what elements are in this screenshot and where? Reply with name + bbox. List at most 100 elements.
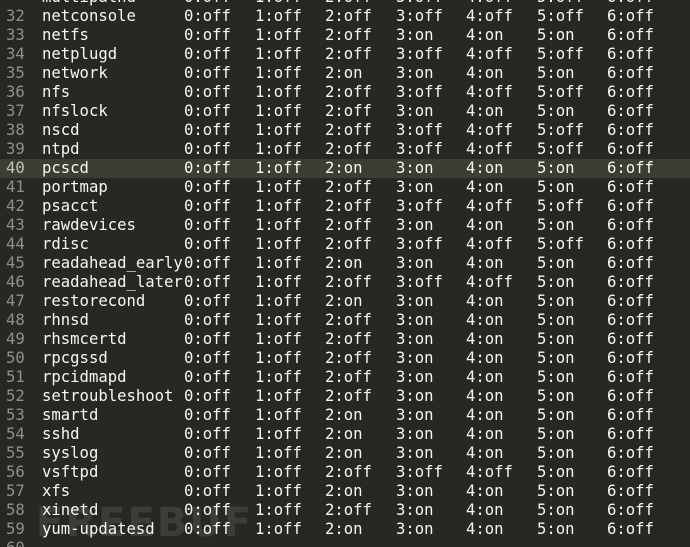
runlevel-5-status: 5:on: [537, 349, 575, 367]
runlevel-2-status: 2:off: [325, 178, 372, 196]
current-line[interactable]: 40 pcscd 0:off 1:off 2:on 3:on 4:on 5:on 6:off: [0, 159, 690, 178]
runlevel-2-status: 2:on: [325, 159, 363, 177]
runlevel-3-status: 3:off: [396, 83, 443, 101]
runlevel-0-status: 0:off: [184, 425, 231, 443]
line-number: 56: [6, 463, 25, 481]
runlevel-5-status: 5:on: [537, 254, 575, 272]
runlevel-6-status: 6:off: [607, 349, 654, 367]
runlevel-6-status: 6:off: [607, 368, 654, 386]
runlevel-4-status: 4:off: [466, 45, 513, 63]
runlevel-5-status: 5:on: [537, 273, 575, 291]
line-number: 34: [6, 45, 25, 63]
runlevel-1-status: 1:off: [255, 254, 302, 272]
runlevel-5-status: 5:on: [537, 406, 575, 424]
runlevel-1-status: 1:off: [255, 178, 302, 196]
runlevel-1-status: 1:off: [255, 292, 302, 310]
runlevel-2-status: 2:off: [325, 26, 372, 44]
runlevel-1-status: 1:off: [255, 197, 302, 215]
runlevel-2-status: 2:off: [325, 387, 372, 405]
service-name: readahead_later: [42, 273, 183, 291]
runlevel-4-status: 4:on: [466, 216, 504, 234]
runlevel-3-status: 3:off: [396, 121, 443, 139]
runlevel-2-status: 2:on: [325, 64, 363, 82]
runlevel-5-status: 5:off: [537, 83, 584, 101]
line-number: 59: [6, 520, 25, 538]
runlevel-0-status: 0:off: [184, 482, 231, 500]
line-number: 51: [6, 368, 25, 386]
runlevel-0-status: 0:off: [184, 406, 231, 424]
service-name: multipathd: [42, 0, 136, 7]
runlevel-6-status: 6:off: [607, 121, 654, 139]
service-name: rdisc: [42, 235, 89, 253]
line-number: 60: [6, 539, 30, 547]
runlevel-0-status: 0:off: [184, 178, 231, 196]
runlevel-6-status: 6:off: [607, 7, 654, 25]
runlevel-5-status: 5:on: [537, 26, 575, 44]
line-number: 58: [6, 501, 25, 519]
runlevel-6-status: 6:off: [607, 26, 654, 44]
runlevel-1-status: 1:off: [255, 121, 302, 139]
runlevel-2-status: 2:on: [325, 520, 363, 538]
runlevel-3-status: 3:on: [396, 330, 434, 348]
runlevel-4-status: 4:on: [466, 254, 504, 272]
runlevel-2-status: 2:off: [325, 349, 372, 367]
runlevel-2-status: 2:on: [325, 444, 363, 462]
runlevel-2-status: 2:off: [325, 83, 372, 101]
runlevel-2-status: 2:off: [325, 216, 372, 234]
runlevel-6-status: 6:off: [607, 64, 654, 82]
service-name: vsftpd: [42, 463, 99, 481]
runlevel-1-status: 1:off: [255, 235, 302, 253]
runlevel-5-status: 5:off: [537, 197, 584, 215]
runlevel-0-status: 0:off: [184, 26, 231, 44]
runlevel-6-status: 6:off: [607, 501, 654, 519]
line-number: 39: [6, 140, 25, 158]
runlevel-2-status: 2:off: [325, 330, 372, 348]
runlevel-4-status: 4:on: [466, 368, 504, 386]
line-number: 55: [6, 444, 25, 462]
runlevel-2-status: 2:off: [325, 235, 372, 253]
runlevel-6-status: 6:off: [607, 463, 654, 481]
runlevel-4-status: 4:on: [466, 501, 504, 519]
runlevel-0-status: 0:off: [184, 520, 231, 538]
runlevel-4-status: 4:off: [466, 273, 513, 291]
runlevel-4-status: 4:off: [466, 0, 513, 7]
runlevel-1-status: 1:off: [255, 0, 302, 7]
runlevel-4-status: 4:off: [466, 121, 513, 139]
service-name: nfslock: [42, 102, 108, 120]
runlevel-3-status: 3:on: [396, 216, 434, 234]
runlevel-4-status: 4:on: [466, 26, 504, 44]
runlevel-1-status: 1:off: [255, 463, 302, 481]
runlevel-0-status: 0:off: [184, 140, 231, 158]
runlevel-1-status: 1:off: [255, 368, 302, 386]
runlevel-5-status: 5:on: [537, 292, 575, 310]
service-name: ntpd: [42, 140, 80, 158]
line-number: 45: [6, 254, 25, 272]
runlevel-6-status: 6:off: [607, 330, 654, 348]
runlevel-4-status: 4:off: [466, 197, 513, 215]
runlevel-4-status: 4:off: [466, 140, 513, 158]
runlevel-1-status: 1:off: [255, 501, 302, 519]
runlevel-0-status: 0:off: [184, 64, 231, 82]
line-number: 52: [6, 387, 25, 405]
text-editor[interactable]: multipathd 0:off 1:off 2:off 3:off 4:off 5:off…: [0, 0, 690, 547]
runlevel-1-status: 1:off: [255, 64, 302, 82]
runlevel-3-status: 3:on: [396, 292, 434, 310]
runlevel-0-status: 0:off: [184, 368, 231, 386]
runlevel-5-status: 5:on: [537, 64, 575, 82]
runlevel-6-status: 6:off: [607, 520, 654, 538]
service-name: network: [42, 64, 108, 82]
runlevel-2-status: 2:on: [325, 482, 363, 500]
runlevel-3-status: 3:on: [396, 501, 434, 519]
runlevel-2-status: 2:off: [325, 463, 372, 481]
runlevel-3-status: 3:on: [396, 311, 434, 329]
runlevel-6-status: 6:off: [607, 254, 654, 272]
runlevel-2-status: 2:off: [325, 140, 372, 158]
runlevel-2-status: 2:off: [325, 7, 372, 25]
runlevel-0-status: 0:off: [184, 235, 231, 253]
runlevel-3-status: 3:on: [396, 482, 434, 500]
runlevel-2-status: 2:off: [325, 197, 372, 215]
runlevel-6-status: 6:off: [607, 425, 654, 443]
runlevel-0-status: 0:off: [184, 387, 231, 405]
runlevel-5-status: 5:on: [537, 102, 575, 120]
runlevel-2-status: 2:off: [325, 273, 372, 291]
